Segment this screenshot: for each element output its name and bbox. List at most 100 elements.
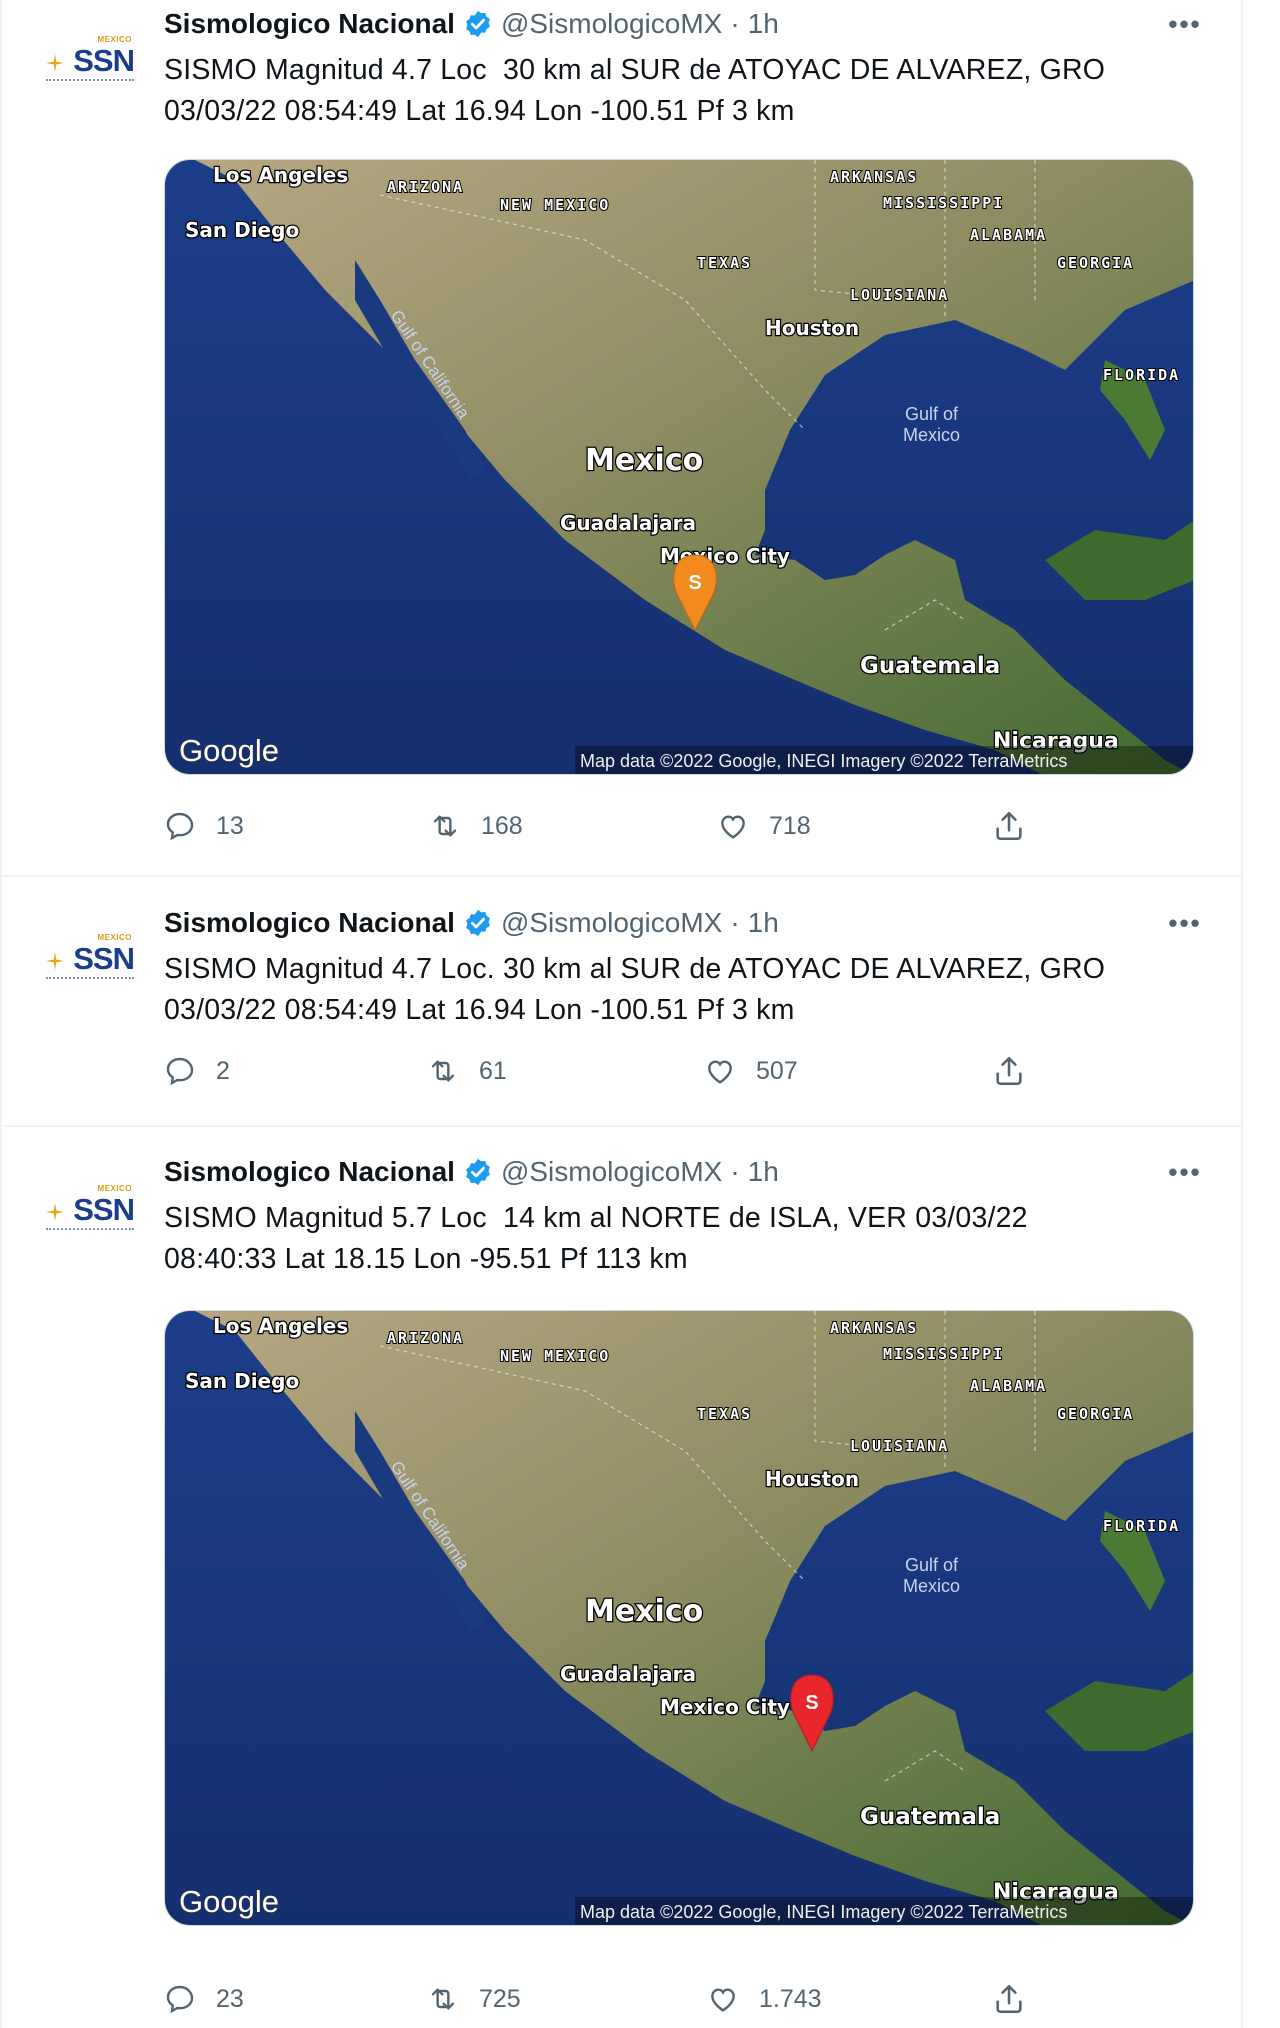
map-label-houston: Houston xyxy=(765,1467,859,1491)
reply-icon xyxy=(166,1985,194,2014)
map-label-mississippi: MISSISSIPPI xyxy=(883,194,1004,212)
map-label-new-mexico: NEW MEXICO xyxy=(500,196,610,214)
retweet-button[interactable]: 168 xyxy=(429,806,523,846)
tweet-feed: MEXICO SSN Sismologico Nacional @Sismolo… xyxy=(0,0,1243,2028)
avatar[interactable]: MEXICO SSN xyxy=(44,34,136,96)
like-count: 1.743 xyxy=(759,1984,822,2013)
map-label-gulf-of-mexico-1: Gulf of xyxy=(905,404,959,424)
tweet-header: Sismologico Nacional @SismologicoMX · 1h xyxy=(164,5,779,43)
retweet-button[interactable]: 725 xyxy=(427,1979,521,2019)
retweet-icon xyxy=(431,1060,455,1082)
tweet[interactable]: MEXICO SSN Sismologico Nacional @Sismolo… xyxy=(2,0,1243,877)
star-icon xyxy=(46,1203,64,1221)
tweet-actions: 13 168 718 xyxy=(164,806,1044,846)
share-button[interactable] xyxy=(992,1051,1026,1091)
map-label-louisiana: LOUISIANA xyxy=(850,286,949,304)
map-label-arizona: ARIZONA xyxy=(387,178,464,196)
tweet-actions: 23 725 1.743 xyxy=(164,1979,1044,2019)
retweet-count: 725 xyxy=(479,1984,521,2013)
retweet-icon xyxy=(431,1988,455,2010)
timestamp[interactable]: 1h xyxy=(748,8,779,40)
handle[interactable]: @SismologicoMX xyxy=(501,1156,722,1188)
verified-badge-icon xyxy=(466,909,490,937)
verified-badge-icon xyxy=(466,10,490,38)
heart-icon xyxy=(708,1060,732,1084)
map-label-arkansas: ARKANSAS xyxy=(830,168,918,186)
google-logo: Google xyxy=(179,1884,279,1919)
retweet-button[interactable]: 61 xyxy=(427,1051,507,1091)
like-count: 507 xyxy=(756,1056,798,1085)
tweet[interactable]: MEXICO SSN Sismologico Nacional @Sismolo… xyxy=(2,877,1243,1127)
map-graphic: Los Angeles San Diego ARIZONA NEW MEXICO… xyxy=(165,160,1193,774)
more-options-icon[interactable]: ••• xyxy=(1165,1157,1205,1187)
display-name[interactable]: Sismologico Nacional xyxy=(164,8,455,40)
like-button[interactable]: 718 xyxy=(717,806,811,846)
like-button[interactable]: 507 xyxy=(704,1051,798,1091)
more-options-icon[interactable]: ••• xyxy=(1165,908,1205,938)
like-button[interactable]: 1.743 xyxy=(707,1979,822,2019)
map-label-arizona: ARIZONA xyxy=(387,1329,464,1347)
star-icon xyxy=(46,54,64,72)
map-label-guatemala: Guatemala xyxy=(860,653,1000,679)
separator-dot: · xyxy=(730,8,740,39)
map-label-gulf-of-mexico-1: Gulf of xyxy=(905,1555,959,1575)
map-label-georgia: GEORGIA xyxy=(1057,254,1134,272)
tweet-actions: 2 61 507 xyxy=(164,1051,1044,1091)
map-label-mississippi: MISSISSIPPI xyxy=(883,1345,1004,1363)
marker-letter: S xyxy=(805,1692,818,1714)
map-label-los-angeles: Los Angeles xyxy=(213,163,348,187)
share-icon xyxy=(996,1056,1022,1086)
map-label-mexico: Mexico xyxy=(585,1594,703,1629)
tweet-text: SISMO Magnitud 5.7 Loc 14 km al NORTE de… xyxy=(164,1202,1028,1275)
tweet[interactable]: MEXICO SSN Sismologico Nacional @Sismolo… xyxy=(2,1127,1243,2028)
reply-count: 13 xyxy=(216,811,244,840)
more-options-icon[interactable]: ••• xyxy=(1165,9,1205,39)
map-label-arkansas: ARKANSAS xyxy=(830,1319,918,1337)
reply-icon xyxy=(166,1057,194,1086)
map-attribution: Map data ©2022 Google, INEGI Imagery ©20… xyxy=(580,751,1067,771)
retweet-icon xyxy=(433,815,457,837)
avatar-ssn-text: SSN xyxy=(73,43,135,78)
avatar-subtitle-line xyxy=(46,1228,134,1234)
map-label-new-mexico: NEW MEXICO xyxy=(500,1347,610,1365)
like-count: 718 xyxy=(769,811,811,840)
tweet-header: Sismologico Nacional @SismologicoMX · 1h xyxy=(164,1153,779,1191)
reply-button[interactable]: 2 xyxy=(164,1051,230,1091)
handle[interactable]: @SismologicoMX xyxy=(501,907,722,939)
map-label-alabama: ALABAMA xyxy=(970,226,1047,244)
map-label-florida: FLORIDA xyxy=(1103,366,1180,384)
avatar-ssn-text: SSN xyxy=(73,1192,135,1227)
map-image[interactable]: Los Angeles San Diego ARIZONA NEW MEXICO… xyxy=(164,159,1194,775)
verified-badge-icon xyxy=(466,1158,490,1186)
map-label-mexico: Mexico xyxy=(585,443,703,478)
separator-dot: · xyxy=(730,1156,740,1187)
map-label-san-diego: San Diego xyxy=(185,218,299,242)
display-name[interactable]: Sismologico Nacional xyxy=(164,1156,455,1188)
reply-count: 23 xyxy=(216,1984,244,2013)
handle[interactable]: @SismologicoMX xyxy=(501,8,722,40)
google-logo: Google xyxy=(179,733,279,768)
reply-count: 2 xyxy=(216,1056,230,1085)
retweet-count: 61 xyxy=(479,1056,507,1085)
map-label-guadalajara: Guadalajara xyxy=(560,1662,696,1686)
timestamp[interactable]: 1h xyxy=(748,907,779,939)
reply-icon xyxy=(166,812,194,841)
map-label-san-diego: San Diego xyxy=(185,1369,299,1393)
avatar[interactable]: MEXICO SSN xyxy=(44,932,136,994)
avatar[interactable]: MEXICO SSN xyxy=(44,1183,136,1245)
share-button[interactable] xyxy=(992,806,1026,846)
reply-button[interactable]: 23 xyxy=(164,1979,244,2019)
star-icon xyxy=(46,952,64,970)
timestamp[interactable]: 1h xyxy=(748,1156,779,1188)
map-label-alabama: ALABAMA xyxy=(970,1377,1047,1395)
map-image[interactable]: Los Angeles San Diego ARIZONA NEW MEXICO… xyxy=(164,1310,1194,1926)
display-name[interactable]: Sismologico Nacional xyxy=(164,907,455,939)
map-label-texas: TEXAS xyxy=(697,254,752,272)
reply-button[interactable]: 13 xyxy=(164,806,244,846)
share-button[interactable] xyxy=(992,1979,1026,2019)
map-graphic: Los Angeles San Diego ARIZONA NEW MEXICO… xyxy=(165,1311,1193,1925)
tweet-text: SISMO Magnitud 4.7 Loc. 30 km al SUR de … xyxy=(164,953,1106,1026)
avatar-subtitle-line xyxy=(46,79,134,85)
heart-icon xyxy=(711,1988,735,2012)
heart-icon xyxy=(721,815,745,839)
